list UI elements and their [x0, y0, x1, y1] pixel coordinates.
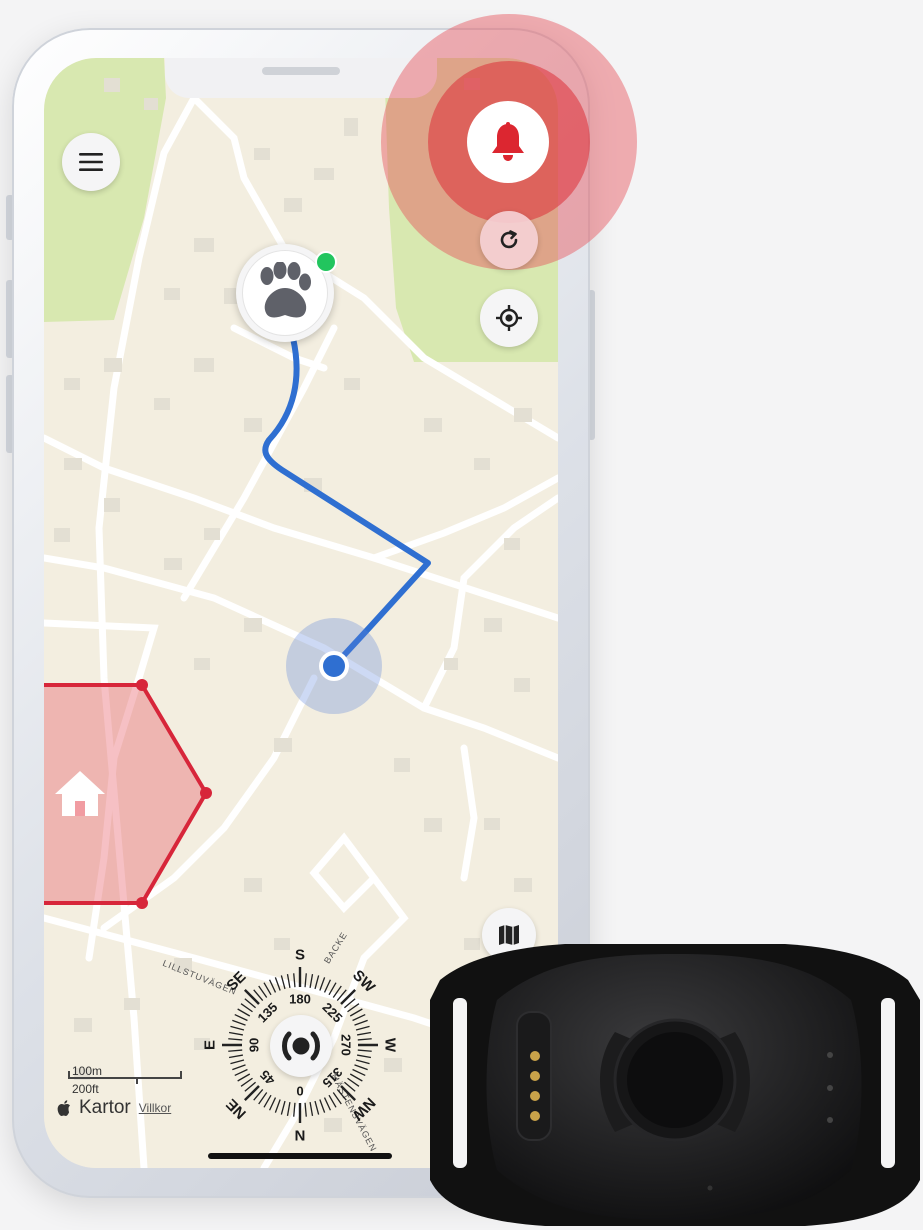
compass-tick	[240, 1003, 253, 1013]
compass-tick	[352, 1013, 366, 1022]
online-status-dot	[315, 251, 337, 273]
compass-tick	[328, 1094, 337, 1108]
scale-metric-label: 100m	[72, 1064, 103, 1078]
scale-bar	[68, 1077, 182, 1079]
compass-tick	[240, 1077, 253, 1087]
alert-button[interactable]	[467, 101, 549, 183]
scale-tick-left	[68, 1071, 70, 1079]
compass-tick	[304, 1102, 307, 1117]
compass-tick	[332, 985, 342, 998]
compass-tick	[228, 1049, 243, 1052]
compass-tick	[319, 1099, 326, 1113]
hamburger-menu-icon	[79, 153, 103, 171]
compass-tick	[237, 1008, 251, 1017]
refresh-icon	[500, 230, 518, 249]
terms-link[interactable]: Villkor	[139, 1101, 171, 1115]
compass-tick	[293, 1102, 296, 1117]
scale-imperial-label: 200ft	[72, 1082, 99, 1096]
compass-degree-label: 270	[339, 1034, 354, 1056]
compass-tick	[274, 977, 281, 991]
compass-cardinal-label: W	[382, 1038, 399, 1053]
compass-tick	[228, 1038, 243, 1041]
compass-tick	[232, 1064, 246, 1071]
map-brand-label: Kartor	[79, 1097, 131, 1118]
scale-tick-mid	[136, 1077, 138, 1084]
compass-tick	[357, 1054, 372, 1059]
compass-tick	[319, 977, 326, 991]
compass-tick	[234, 1013, 248, 1022]
map-attribution: Kartor Villkor	[57, 1097, 171, 1119]
home-indicator[interactable]	[208, 1153, 392, 1159]
apple-logo-icon	[57, 1100, 70, 1116]
compass-tick	[357, 1031, 372, 1036]
compass-tick	[357, 1038, 372, 1041]
compass-cardinal-label: E	[202, 1040, 219, 1050]
gps-collar-device	[430, 944, 920, 1226]
compass-tick	[340, 1085, 357, 1102]
compass-degree-label: 0	[296, 1084, 303, 1099]
compass-tick	[347, 1003, 360, 1013]
compass-tick	[323, 1097, 332, 1111]
compass-tick	[340, 988, 357, 1005]
compass-tick	[268, 1097, 277, 1111]
compass-tick	[243, 988, 260, 1005]
paw-icon	[260, 262, 311, 318]
compass-tick	[349, 1073, 363, 1082]
compass-tick	[228, 1031, 243, 1036]
compass-tick	[237, 1073, 251, 1082]
compass-tick	[280, 975, 286, 990]
compass-tick	[263, 982, 272, 996]
compass-degree-label: 45	[257, 1067, 278, 1088]
compass-tick	[263, 1094, 272, 1108]
refresh-button[interactable]	[480, 211, 538, 269]
scale-tick-right	[180, 1071, 182, 1079]
compass-tick	[228, 1054, 243, 1059]
locate-me-button[interactable]	[480, 289, 538, 347]
compass-tick	[286, 1102, 291, 1117]
compass-tick	[258, 985, 268, 998]
compass-tick	[354, 1064, 368, 1071]
compass-tick	[354, 1019, 368, 1026]
compass-tick	[293, 973, 296, 988]
compass-tick	[352, 1068, 366, 1077]
compass-tick	[309, 973, 314, 988]
compass-tick	[280, 1100, 286, 1115]
compass-tick	[286, 973, 291, 988]
compass-degree-label: 90	[247, 1038, 262, 1052]
sound-button[interactable]	[270, 1015, 332, 1077]
bell-icon	[492, 122, 524, 161]
compass-tick	[314, 1100, 320, 1115]
compass-tick	[349, 1008, 363, 1017]
compass-degree-label: 180	[289, 992, 311, 1007]
home-icon	[55, 771, 105, 816]
compass-tick	[357, 1049, 372, 1052]
menu-button[interactable]	[62, 133, 120, 191]
compass-tick	[328, 982, 337, 996]
compass-tick	[347, 1077, 360, 1087]
home-marker[interactable]	[54, 768, 106, 820]
broadcast-icon	[282, 1031, 320, 1061]
compass-tick	[268, 979, 277, 993]
speaker-grille	[262, 67, 340, 75]
compass-tick	[323, 979, 332, 993]
compass-tick	[234, 1068, 248, 1077]
compass-tick	[258, 1092, 268, 1105]
compass-tick	[230, 1059, 245, 1065]
compass-tick	[243, 1085, 260, 1102]
compass-cardinal-label: S	[295, 947, 305, 964]
compass-tick	[304, 973, 307, 988]
compass-tick	[355, 1059, 370, 1065]
compass-tick	[314, 975, 320, 990]
compass-tick	[309, 1102, 314, 1117]
compass-tick	[232, 1019, 246, 1026]
user-location-dot	[319, 651, 349, 681]
compass-cardinal-label: N	[295, 1127, 306, 1144]
compass-tick	[355, 1025, 370, 1031]
compass-tick	[230, 1025, 245, 1031]
crosshair-icon	[496, 305, 522, 331]
compass-tick	[332, 1092, 342, 1105]
compass-tick	[274, 1099, 281, 1113]
